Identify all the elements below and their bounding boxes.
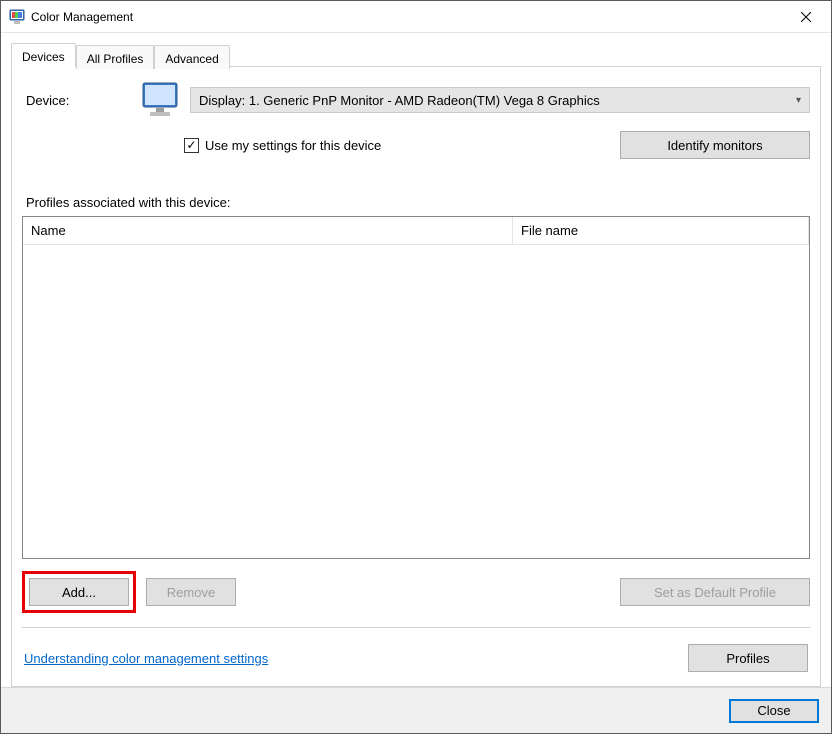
tab-devices[interactable]: Devices (11, 43, 76, 67)
tab-advanced[interactable]: Advanced (154, 45, 229, 69)
listview-header: Name File name (23, 217, 809, 245)
button-label: Identify monitors (667, 138, 762, 153)
button-label: Set as Default Profile (654, 585, 776, 600)
button-label: Add... (62, 585, 96, 600)
button-label: Profiles (726, 651, 769, 666)
device-selected-text: Display: 1. Generic PnP Monitor - AMD Ra… (199, 93, 600, 108)
tab-label: Devices (22, 50, 65, 64)
dialog-bottom-bar: Close (1, 687, 831, 733)
tab-row: Devices All Profiles Advanced (11, 43, 821, 67)
window-title: Color Management (31, 10, 783, 24)
close-button[interactable]: Close (729, 699, 819, 723)
add-button[interactable]: Add... (29, 578, 129, 606)
monitor-icon (140, 81, 182, 119)
understanding-link[interactable]: Understanding color management settings (24, 651, 268, 666)
checkbox-icon: ✓ (184, 138, 199, 153)
list-action-row: Add... Remove Set as Default Profile (22, 571, 810, 628)
titlebar: Color Management (1, 1, 831, 33)
color-management-window: Color Management Devices All Profiles Ad… (0, 0, 832, 734)
tab-label: Advanced (165, 52, 218, 66)
tab-panel-devices: Device: Display: 1. Generic PnP Monitor … (11, 66, 821, 687)
close-icon (801, 12, 811, 22)
use-my-settings-checkbox[interactable]: ✓ Use my settings for this device (184, 138, 381, 153)
column-header-file[interactable]: File name (513, 217, 809, 244)
device-label: Device: (22, 93, 132, 108)
window-close-button[interactable] (783, 2, 829, 32)
button-label: Remove (167, 585, 215, 600)
set-default-profile-button: Set as Default Profile (620, 578, 810, 606)
app-icon (9, 9, 25, 25)
tab-label: All Profiles (87, 52, 144, 66)
dialog-body: Devices All Profiles Advanced Device: Di… (1, 33, 831, 687)
remove-button: Remove (146, 578, 236, 606)
identify-monitors-button[interactable]: Identify monitors (620, 131, 810, 159)
link-text: Understanding color management settings (24, 651, 268, 666)
footer-section: Understanding color management settings … (22, 628, 810, 676)
device-dropdown[interactable]: Display: 1. Generic PnP Monitor - AMD Ra… (190, 87, 810, 113)
tab-all-profiles[interactable]: All Profiles (76, 45, 155, 69)
profiles-button[interactable]: Profiles (688, 644, 808, 672)
chevron-down-icon: ▾ (796, 95, 801, 106)
profiles-listview[interactable]: Name File name (22, 216, 810, 559)
use-my-settings-label: Use my settings for this device (205, 138, 381, 153)
column-header-name[interactable]: Name (23, 217, 513, 244)
profiles-heading: Profiles associated with this device: (26, 195, 810, 210)
button-label: Close (757, 703, 790, 718)
tutorial-highlight: Add... (22, 571, 136, 613)
